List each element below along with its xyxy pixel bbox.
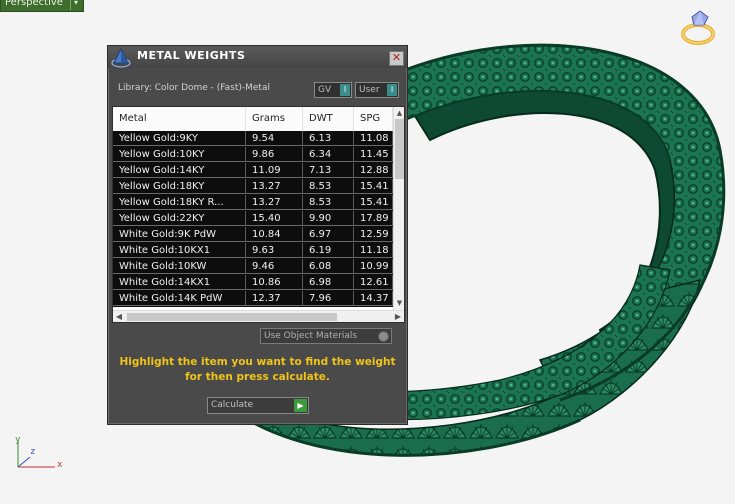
cell-metal: Yellow Gold:10KY xyxy=(113,147,246,162)
calculate-go-icon[interactable]: ▶ xyxy=(294,399,307,412)
cell-grams: 9.86 xyxy=(246,147,303,162)
cell-spg: 15.41 xyxy=(354,195,393,210)
cell-metal: White Gold:14KX1 xyxy=(113,275,246,290)
column-header-dwt[interactable]: DWT xyxy=(303,107,354,131)
table-row[interactable]: White Gold:14K PdW 12.37 7.96 14.37 xyxy=(113,291,393,307)
cell-grams: 9.46 xyxy=(246,259,303,274)
axis-triad: y z x xyxy=(10,435,70,477)
table-row[interactable]: White Gold:9K PdW 10.84 6.97 12.59 xyxy=(113,227,393,243)
metal-table[interactable]: Metal Grams DWT SPG Yellow Gold:9KY 9.54 6… xyxy=(112,106,405,323)
cell-spg: 12.59 xyxy=(354,227,393,242)
axis-x-label: x xyxy=(57,460,63,470)
cell-dwt: 6.13 xyxy=(303,131,354,146)
gv-toggle-knob[interactable]: I xyxy=(340,84,350,96)
user-toggle-label: User xyxy=(359,85,380,95)
table-row[interactable]: Yellow Gold:9KY 9.54 6.13 11.08 xyxy=(113,131,393,147)
cell-metal: Yellow Gold:22KY xyxy=(113,211,246,226)
pyramid-logo-icon xyxy=(110,47,132,69)
cell-spg: 12.61 xyxy=(354,275,393,290)
use-object-materials-label: Use Object Materials xyxy=(264,331,358,341)
user-toggle[interactable]: User I xyxy=(355,82,399,98)
use-object-materials-toggle[interactable]: Use Object Materials xyxy=(260,328,392,344)
table-row[interactable]: White Gold:10KX1 9.63 6.19 11.18 xyxy=(113,243,393,259)
cell-spg: 11.18 xyxy=(354,243,393,258)
cell-spg: 14.37 xyxy=(354,291,393,306)
cell-metal: Yellow Gold:18KY R... xyxy=(113,195,246,210)
column-header-metal[interactable]: Metal xyxy=(113,107,246,131)
dialog-title: METAL WEIGHTS xyxy=(137,49,246,62)
calculate-field[interactable]: Calculate ▶ xyxy=(207,397,309,414)
gv-toggle-label: GV xyxy=(318,85,332,95)
table-row[interactable]: Yellow Gold:22KY 15.40 9.90 17.89 xyxy=(113,211,393,227)
calculate-label: Calculate xyxy=(211,400,254,410)
cell-dwt: 7.96 xyxy=(303,291,354,306)
cell-metal: Yellow Gold:9KY xyxy=(113,131,246,146)
cell-dwt: 8.53 xyxy=(303,179,354,194)
axis-z-label: z xyxy=(30,447,36,457)
table-row[interactable]: Yellow Gold:10KY 9.86 6.34 11.45 xyxy=(113,147,393,163)
table-vertical-scrollbar[interactable]: ▲ ▼ xyxy=(393,107,404,310)
cell-metal: Yellow Gold:14KY xyxy=(113,163,246,178)
library-label: Library: Color Dome - (Fast)-Metal xyxy=(118,83,270,93)
dialog-titlebar[interactable]: METAL WEIGHTS ✕ xyxy=(108,46,407,68)
cell-spg: 11.45 xyxy=(354,147,393,162)
cell-dwt: 6.19 xyxy=(303,243,354,258)
cell-grams: 9.63 xyxy=(246,243,303,258)
cell-grams: 13.27 xyxy=(246,179,303,194)
cell-spg: 17.89 xyxy=(354,211,393,226)
cell-grams: 10.84 xyxy=(246,227,303,242)
use-object-materials-radio-icon[interactable] xyxy=(378,331,389,342)
cell-spg: 15.41 xyxy=(354,179,393,194)
metal-weights-dialog[interactable]: METAL WEIGHTS ✕ Library: Color Dome - (F… xyxy=(107,45,408,425)
table-row[interactable]: Yellow Gold:18KY R... 13.27 8.53 15.41 xyxy=(113,195,393,211)
cell-metal: White Gold:9K PdW xyxy=(113,227,246,242)
cell-spg: 11.08 xyxy=(354,131,393,146)
instructions-text: Highlight the item you want to find the … xyxy=(119,356,396,383)
scroll-left-icon[interactable]: ◀ xyxy=(113,311,125,322)
cell-dwt: 6.97 xyxy=(303,227,354,242)
cell-dwt: 6.98 xyxy=(303,275,354,290)
table-row[interactable]: White Gold:14KX1 10.86 6.98 12.61 xyxy=(113,275,393,291)
cell-metal: White Gold:10KX1 xyxy=(113,243,246,258)
ring-logo-icon[interactable] xyxy=(680,7,720,47)
cell-dwt: 9.90 xyxy=(303,211,354,226)
gv-toggle[interactable]: GV I xyxy=(314,82,352,98)
cell-grams: 11.09 xyxy=(246,163,303,178)
cell-dwt: 6.08 xyxy=(303,259,354,274)
cell-dwt: 7.13 xyxy=(303,163,354,178)
cell-metal: White Gold:14K PdW xyxy=(113,291,246,306)
horizontal-scroll-thumb[interactable] xyxy=(127,313,337,321)
cell-spg: 12.88 xyxy=(354,163,393,178)
cell-metal: White Gold:10KW xyxy=(113,259,246,274)
cell-dwt: 6.34 xyxy=(303,147,354,162)
table-header: Metal Grams DWT SPG xyxy=(113,107,393,131)
cell-spg: 10.99 xyxy=(354,259,393,274)
cell-grams: 13.27 xyxy=(246,195,303,210)
table-row[interactable]: Yellow Gold:18KY 13.27 8.53 15.41 xyxy=(113,179,393,195)
scroll-down-icon[interactable]: ▼ xyxy=(394,298,404,308)
column-header-spg[interactable]: SPG xyxy=(354,107,393,131)
scroll-right-icon[interactable]: ▶ xyxy=(392,311,404,322)
table-row[interactable]: White Gold:10KW 9.46 6.08 10.99 xyxy=(113,259,393,275)
cell-grams: 9.54 xyxy=(246,131,303,146)
close-button[interactable]: ✕ xyxy=(389,51,404,66)
axis-y-label: y xyxy=(15,435,21,445)
table-horizontal-scrollbar[interactable]: ◀ ▶ xyxy=(113,310,404,322)
user-toggle-knob[interactable]: I xyxy=(387,84,397,96)
cell-grams: 15.40 xyxy=(246,211,303,226)
cell-grams: 10.86 xyxy=(246,275,303,290)
vertical-scroll-thumb[interactable] xyxy=(395,119,404,179)
cell-metal: Yellow Gold:18KY xyxy=(113,179,246,194)
cell-grams: 12.37 xyxy=(246,291,303,306)
table-row[interactable]: Yellow Gold:14KY 11.09 7.13 12.88 xyxy=(113,163,393,179)
cell-dwt: 8.53 xyxy=(303,195,354,210)
scroll-up-icon[interactable]: ▲ xyxy=(394,108,404,118)
column-header-grams[interactable]: Grams xyxy=(246,107,303,131)
viewport-dropdown-icon[interactable]: ▾ xyxy=(70,0,81,10)
